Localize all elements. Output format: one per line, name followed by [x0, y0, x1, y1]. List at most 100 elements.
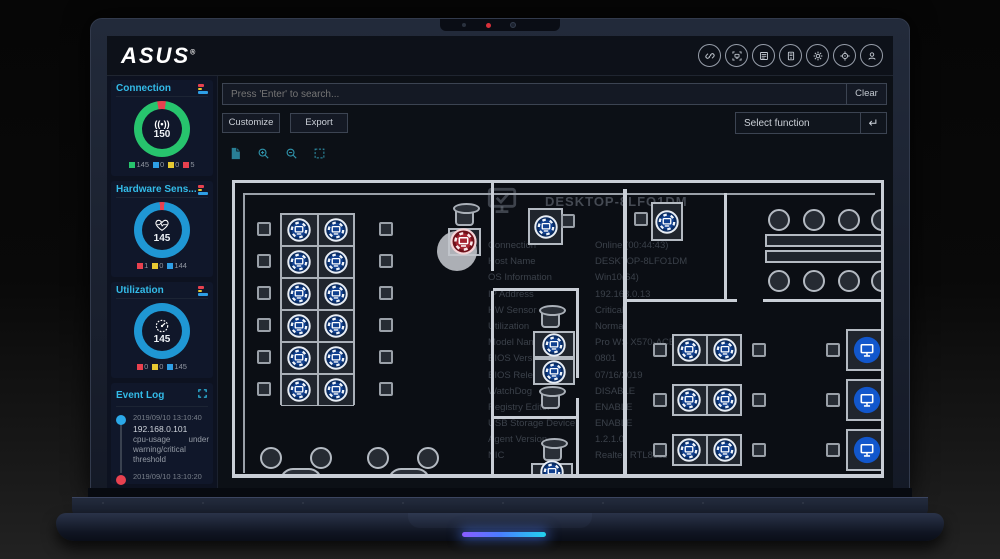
chair: [561, 214, 575, 228]
stool: [260, 447, 282, 469]
device-icon[interactable]: [542, 360, 566, 384]
wall: [491, 183, 494, 271]
chair: [634, 212, 648, 226]
enter-icon[interactable]: ↵: [860, 113, 886, 133]
hw-sensor-gauge: 145: [134, 202, 190, 258]
desk: [318, 214, 355, 246]
round-table: [388, 468, 430, 478]
legend-count: 5: [190, 160, 194, 169]
device-icon[interactable]: [655, 210, 679, 234]
export-button[interactable]: Export: [290, 113, 348, 133]
chair: [257, 382, 271, 396]
device-icon[interactable]: [677, 338, 701, 362]
widget-title: Hardware Sens...: [116, 184, 197, 195]
sidebar: Connection ((•)) 150 145 0: [107, 76, 218, 488]
link-icon[interactable]: [698, 44, 721, 67]
device-icon[interactable]: [287, 346, 311, 370]
legend-count: 0: [160, 160, 164, 169]
chair: [257, 222, 271, 236]
widget-hardware-sensor[interactable]: Hardware Sens... 145 1 0: [111, 181, 213, 277]
widget-event-log: Event Log 2019/09/10 13:10:40 192.168.0.…: [111, 383, 213, 484]
event-entry[interactable]: 2019/09/10 13:10:40 192.168.0.101 cpu-us…: [133, 413, 208, 465]
monitor-device-icon[interactable]: [853, 386, 881, 414]
desk: [281, 310, 318, 342]
device-icon[interactable]: [713, 438, 737, 462]
widget-utilization[interactable]: Utilization 145 0 0 145: [111, 282, 213, 378]
device-icon[interactable]: [287, 282, 311, 306]
chair: [653, 443, 667, 457]
antenna-icon: ((•)): [154, 119, 169, 129]
server-icon[interactable]: [752, 44, 775, 67]
file-icon[interactable]: [228, 146, 243, 161]
status-light-bar: [462, 532, 546, 537]
search-bar: Clear: [222, 83, 887, 105]
device-scan-icon[interactable]: [725, 44, 748, 67]
desk: [846, 379, 884, 421]
desk: [528, 208, 563, 245]
camera-lens: [510, 22, 516, 28]
device-icon[interactable]: [677, 438, 701, 462]
select-function-dropdown[interactable]: Select function ↵: [735, 112, 887, 134]
customize-button[interactable]: Customize: [222, 113, 280, 133]
floor-plan[interactable]: DESKTOP-8LFO1DM ConnectionOnline (00:44:…: [232, 180, 884, 478]
selected-device-icon-critical[interactable]: [450, 228, 477, 255]
device-icon[interactable]: [677, 388, 701, 412]
legend-count: 0: [159, 261, 163, 270]
event-time: 2019/09/10 13:10:20: [133, 472, 208, 481]
device-icon[interactable]: [324, 282, 348, 306]
zoom-out-icon[interactable]: [284, 146, 299, 161]
widget-connection[interactable]: Connection ((•)) 150 145 0: [111, 80, 213, 176]
selection-box-icon[interactable]: [312, 146, 327, 161]
device-icon[interactable]: [534, 215, 558, 239]
account-icon[interactable]: [860, 44, 883, 67]
legend-count: 0: [159, 362, 163, 371]
bar-chart-icon: [198, 285, 208, 296]
desk: [281, 342, 318, 374]
target-icon[interactable]: [833, 44, 856, 67]
chair-round: [768, 270, 790, 292]
main-area: Clear Customize Export Select function ↵: [218, 76, 893, 488]
device-icon[interactable]: [324, 250, 348, 274]
chair: [379, 286, 393, 300]
monitor-device-icon[interactable]: [853, 336, 881, 364]
utilization-gauge: 145: [134, 303, 190, 359]
gauge-value: 145: [154, 334, 171, 345]
chair: [257, 350, 271, 364]
desk: [281, 374, 318, 406]
event-device: 192.168.0.101: [133, 424, 208, 434]
clear-button[interactable]: Clear: [846, 84, 886, 104]
chair: [379, 254, 393, 268]
brand-reg: ®: [190, 49, 197, 56]
chair-round: [803, 270, 825, 292]
device-icon[interactable]: [713, 338, 737, 362]
device-icon[interactable]: [540, 460, 564, 478]
host-icon[interactable]: [779, 44, 802, 67]
gauge-icon: [154, 318, 170, 334]
search-input[interactable]: [223, 89, 846, 100]
device-icon[interactable]: [542, 333, 566, 357]
settings-icon[interactable]: [806, 44, 829, 67]
widget-title: Connection: [116, 83, 171, 94]
widget-title: Event Log: [116, 390, 164, 401]
device-icon[interactable]: [324, 218, 348, 242]
stool: [367, 447, 389, 469]
expand-icon[interactable]: [197, 386, 208, 404]
bar-chart-icon: [198, 83, 208, 94]
event-entry[interactable]: 2019/09/10 13:10:20: [133, 472, 208, 481]
device-icon[interactable]: [287, 218, 311, 242]
event-message: cpu-usage under warning/critical thresho…: [133, 435, 209, 465]
trash-bin: [541, 308, 560, 328]
wall: [576, 398, 579, 478]
device-icon[interactable]: [324, 346, 348, 370]
camera-led: [486, 23, 491, 28]
chair: [257, 286, 271, 300]
device-icon[interactable]: [324, 314, 348, 338]
device-icon[interactable]: [324, 378, 348, 402]
app-topbar: ASUS®: [107, 36, 893, 76]
monitor-device-icon[interactable]: [853, 436, 881, 464]
device-icon[interactable]: [287, 378, 311, 402]
device-icon[interactable]: [287, 314, 311, 338]
zoom-in-icon[interactable]: [256, 146, 271, 161]
device-icon[interactable]: [713, 388, 737, 412]
device-icon[interactable]: [287, 250, 311, 274]
